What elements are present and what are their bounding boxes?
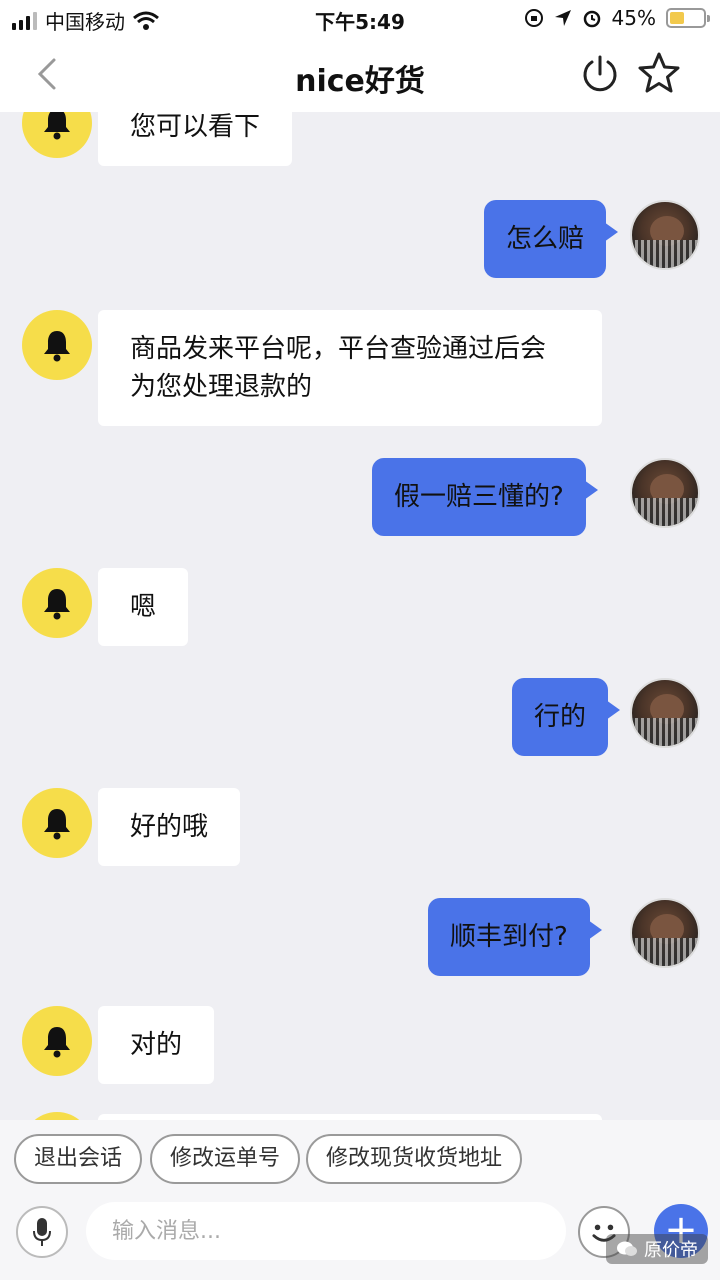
message-bubble-shop[interactable]: 商品发来平台呢，平台查验通过后会 为您处理退款的: [98, 310, 602, 426]
quick-reply-edit-tracking[interactable]: 修改运单号: [150, 1134, 301, 1184]
alarm-icon: [583, 10, 600, 28]
bell-icon: [44, 589, 70, 620]
shop-avatar[interactable]: [22, 1006, 92, 1076]
nav-bar: nice好货: [0, 36, 720, 112]
shop-avatar[interactable]: [22, 1112, 92, 1120]
wechat-icon: [617, 1241, 637, 1256]
rotation-lock-icon: [524, 9, 543, 27]
bell-icon: [44, 331, 70, 362]
voice-button[interactable]: [16, 1206, 68, 1258]
quick-reply-edit-address[interactable]: 修改现货收货地址: [306, 1134, 523, 1184]
battery-fill: [670, 12, 685, 24]
status-bar: 中国移动 下午5:49 45%: [0, 0, 720, 36]
message-bubble-shop[interactable]: 好的哦: [98, 788, 241, 866]
watermark-text: 原价帝: [644, 1240, 698, 1261]
bell-icon: [44, 1027, 70, 1058]
message-bubble-user[interactable]: 顺丰到付?: [428, 898, 602, 976]
quick-reply-bar: 退出会话 修改运单号 修改现货收货地址: [0, 1120, 720, 1200]
star-icon[interactable]: [636, 50, 682, 96]
message-bubble-shop[interactable]: 您可以看下: [98, 112, 293, 166]
message-input[interactable]: [86, 1202, 566, 1260]
user-avatar[interactable]: [630, 678, 700, 748]
shop-avatar[interactable]: [22, 568, 92, 638]
status-right: 45%: [524, 6, 710, 30]
bell-icon: [44, 112, 70, 140]
user-avatar[interactable]: [630, 898, 700, 968]
shop-avatar[interactable]: [22, 788, 92, 858]
watermark: 原价帝: [606, 1234, 708, 1264]
message-line: 商品发来平台呢，平台查验通过后会: [130, 334, 547, 364]
battery-icon: [666, 8, 710, 28]
message-bubble-user[interactable]: 假一赔三懂的?: [372, 458, 598, 536]
shop-avatar[interactable]: [22, 112, 92, 158]
message-bubble-user[interactable]: 怎么赔: [484, 200, 619, 278]
mic-icon: [33, 1218, 51, 1246]
location-icon: [554, 10, 571, 26]
battery-percent: 45%: [611, 6, 656, 30]
message-line: 为您处理退款的: [130, 372, 313, 402]
shop-avatar[interactable]: [22, 310, 92, 380]
bell-icon: [44, 809, 70, 840]
user-avatar[interactable]: [630, 200, 700, 270]
power-icon[interactable]: [578, 52, 622, 96]
chat-area[interactable]: 您可以看下 怎么赔 商品发来平台呢，平台查验通过后会 为您处理退款的 假一赔三懂…: [0, 112, 720, 1120]
message-bubble-user[interactable]: 行的: [512, 678, 621, 756]
quick-reply-exit-chat[interactable]: 退出会话: [14, 1134, 143, 1184]
message-bubble-shop[interactable]: 嗯: [98, 568, 189, 646]
user-avatar[interactable]: [630, 458, 700, 528]
message-bubble-shop[interactable]: 对的: [98, 1006, 215, 1084]
